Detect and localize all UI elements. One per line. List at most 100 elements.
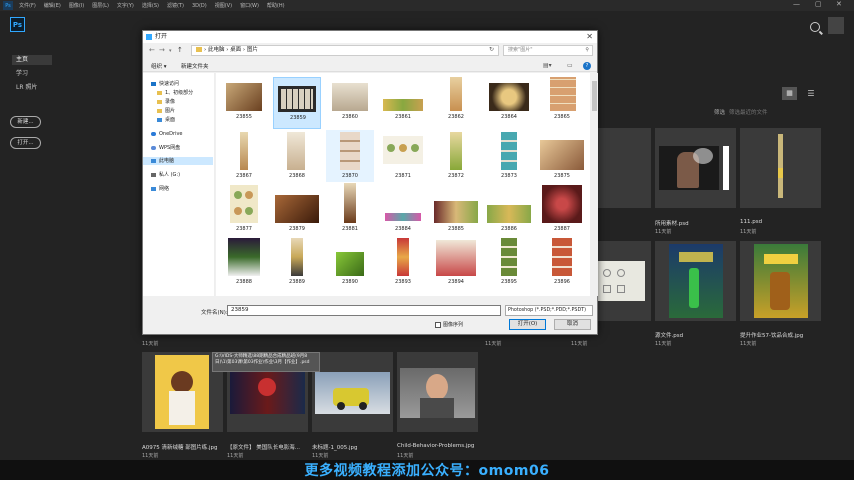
recent-card[interactable] (397, 352, 478, 432)
filename-input[interactable]: 23859 (227, 305, 501, 316)
checkbox[interactable] (435, 321, 441, 328)
organize-button[interactable]: 组织 ▾ (151, 62, 167, 70)
menu-layer[interactable]: 图层(L) (92, 2, 109, 9)
file-item[interactable]: 23864 (485, 77, 533, 129)
dialog-close-button[interactable]: ✕ (586, 31, 593, 43)
file-item[interactable]: 23861 (379, 77, 427, 129)
thumbnail (487, 205, 531, 223)
recent-card[interactable] (655, 128, 736, 208)
nav-wps[interactable]: WPS网盘 (151, 144, 180, 152)
file-item[interactable]: 23893 (379, 236, 427, 288)
nav-home[interactable]: 主页 (12, 55, 52, 65)
file-item[interactable]: 23890 (326, 236, 374, 288)
file-item[interactable]: 23862 (432, 77, 480, 129)
nav-onedrive[interactable]: OneDrive (151, 130, 183, 138)
file-item[interactable]: 23886 (485, 183, 533, 235)
recent-card[interactable] (740, 241, 821, 321)
view-options-icon[interactable]: ▤▾ (543, 62, 552, 69)
recent-card[interactable] (312, 352, 393, 432)
file-item[interactable]: 23871 (379, 130, 427, 182)
address-bar[interactable]: › 此电脑 › 桌面 › 图片 (191, 45, 499, 56)
file-item[interactable]: 23877 (220, 183, 268, 235)
file-item[interactable]: 23867 (220, 130, 268, 182)
recent-card[interactable] (597, 128, 651, 208)
file-item[interactable]: 23894 (432, 236, 480, 288)
file-item[interactable]: 23865 (538, 77, 586, 129)
thumbnail (434, 201, 478, 223)
file-list-scrollbar[interactable] (591, 73, 598, 296)
maximize-button[interactable]: ▢ (815, 0, 822, 8)
recent-file-time: 11天前 (740, 341, 757, 347)
menu-image[interactable]: 图像(I) (69, 2, 84, 9)
recent-card[interactable] (597, 241, 651, 321)
open-file-button[interactable]: 打开(O) (509, 319, 546, 330)
nav-learn[interactable]: 学习 (12, 69, 52, 79)
back-arrow-icon[interactable]: ← (149, 46, 155, 54)
file-item[interactable]: 23855 (220, 77, 268, 129)
recent-file-name: 【原文件】 美国队长电影海... (227, 445, 300, 451)
recent-card[interactable] (740, 128, 821, 208)
search-icon[interactable] (810, 22, 820, 32)
app-icon: Ps (3, 1, 13, 10)
grid-view-icon[interactable]: ▦ (782, 87, 797, 100)
file-item[interactable]: 23896 (538, 236, 586, 288)
file-item[interactable]: 23868 (273, 130, 321, 182)
nav-folder[interactable]: 1、初级部分 (157, 89, 193, 97)
scrollbar-thumb[interactable] (592, 81, 597, 111)
new-button[interactable]: 新建... (10, 116, 41, 128)
open-button[interactable]: 打开... (10, 137, 41, 149)
nav-lr-photos[interactable]: LR 照片 (12, 83, 52, 93)
file-item[interactable]: 23870 (326, 130, 374, 182)
file-item[interactable]: 23875 (538, 130, 586, 182)
close-button[interactable]: ✕ (836, 0, 842, 8)
menu-type[interactable]: 文字(Y) (117, 2, 134, 9)
recent-card[interactable] (142, 352, 223, 432)
cancel-button[interactable]: 取消 (554, 319, 591, 330)
file-item[interactable]: 23873 (485, 130, 533, 182)
file-item[interactable]: 23872 (432, 130, 480, 182)
menu-filter[interactable]: 滤镜(T) (167, 2, 184, 9)
menu-help[interactable]: 帮助(H) (267, 2, 285, 9)
menu-edit[interactable]: 编辑(E) (44, 2, 61, 9)
file-item[interactable]: 23888 (220, 236, 268, 288)
nav-quick-access[interactable]: 快速访问 (151, 80, 179, 88)
file-item[interactable]: 23884 (379, 183, 427, 235)
minimize-button[interactable]: — (793, 0, 800, 8)
menu-window[interactable]: 窗口(W) (240, 2, 259, 9)
menu-select[interactable]: 选择(S) (142, 2, 159, 9)
menu-view[interactable]: 视图(V) (215, 2, 232, 9)
image-sequence-checkbox[interactable]: 图像序列 (435, 321, 463, 328)
menu-3d[interactable]: 3D(D) (192, 3, 207, 9)
file-item[interactable]: 23881 (326, 183, 374, 235)
preview-pane-icon[interactable]: ▭ (567, 62, 573, 69)
help-icon[interactable]: ? (583, 62, 591, 70)
file-item[interactable]: 23859 (273, 77, 321, 129)
star-icon (151, 81, 156, 86)
nav-folder[interactable]: 桌面 (157, 116, 175, 124)
nav-this-pc[interactable]: 此电脑 (143, 157, 213, 165)
file-item[interactable]: 23885 (432, 183, 480, 235)
file-item[interactable]: 23895 (485, 236, 533, 288)
search-input[interactable]: 搜索"图片" ⚲ (503, 45, 593, 56)
refresh-icon[interactable]: ↻ (489, 46, 494, 53)
recent-card[interactable] (655, 241, 736, 321)
nav-folder[interactable]: 图片 (157, 107, 175, 115)
nav-drive-g[interactable]: 私人 (G:) (151, 171, 180, 179)
list-view-icon[interactable]: ☰ (805, 87, 817, 100)
new-folder-button[interactable]: 新建文件夹 (181, 62, 209, 70)
file-item[interactable]: 23889 (273, 236, 321, 288)
account-avatar[interactable] (828, 17, 844, 34)
filter-input[interactable]: 筛选最近的文件 (729, 110, 768, 116)
chevron-down-icon[interactable]: ▾ (169, 48, 172, 54)
thumbnail (155, 355, 209, 429)
folder-icon (157, 108, 162, 113)
file-item[interactable]: 23879 (273, 183, 321, 235)
file-item[interactable]: 23887 (538, 183, 586, 235)
filetype-select[interactable]: Photoshop (*.PSD;*.PDD;*.PSDT) (505, 305, 593, 316)
file-item[interactable]: 23860 (326, 77, 374, 129)
nav-folder[interactable]: 录像 (157, 98, 175, 106)
forward-arrow-icon[interactable]: → (159, 46, 165, 54)
up-arrow-icon[interactable]: ↑ (177, 46, 183, 54)
nav-network[interactable]: 网络 (151, 185, 169, 193)
menu-file[interactable]: 文件(F) (19, 2, 36, 9)
